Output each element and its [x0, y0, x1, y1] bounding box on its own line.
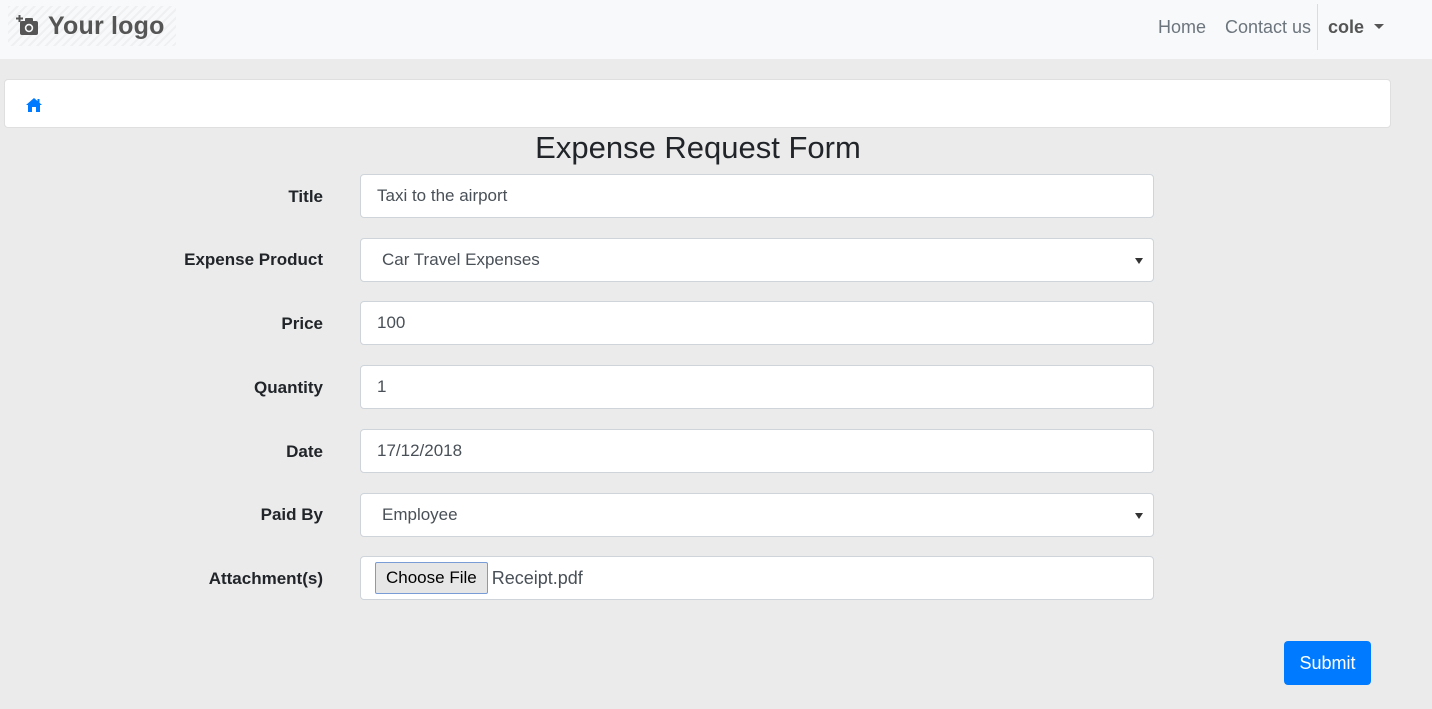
nav-home-link[interactable]: Home	[1158, 16, 1206, 38]
paid-by-select[interactable]: Employee	[360, 493, 1154, 537]
quantity-label: Quantity	[254, 378, 323, 397]
date-input[interactable]: 17/12/2018	[360, 429, 1154, 473]
nav-contact-link[interactable]: Contact us	[1225, 16, 1311, 38]
user-menu-dropdown[interactable]: cole	[1328, 16, 1385, 38]
attachment-file-name: Receipt.pdf	[491, 567, 583, 588]
expense-product-select[interactable]: Car Travel Expenses	[360, 238, 1154, 282]
quantity-input-value: 1	[377, 377, 387, 396]
attachments-file-input[interactable]: Choose File Receipt.pdf	[360, 556, 1154, 600]
title-label: Title	[288, 187, 323, 206]
brand-logo[interactable]: Your logo	[8, 6, 176, 46]
caret-down-icon	[1374, 23, 1385, 29]
submit-button[interactable]: Submit	[1284, 641, 1371, 685]
expense-product-label: Expense Product	[184, 250, 323, 269]
page-title: Expense Request Form	[535, 130, 861, 165]
camera-plus-icon	[16, 15, 38, 35]
breadcrumb	[4, 79, 1391, 128]
expense-product-value: Car Travel Expenses	[382, 250, 540, 269]
dropdown-arrow-icon	[1135, 258, 1143, 264]
navbar: Your logo Home Contact us cole	[0, 0, 1432, 59]
date-input-value: 17/12/2018	[377, 441, 463, 460]
paid-by-value: Employee	[382, 505, 458, 524]
title-input[interactable]: Taxi to the airport	[360, 174, 1154, 218]
title-input-value: Taxi to the airport	[377, 186, 508, 205]
quantity-input[interactable]: 1	[360, 365, 1154, 409]
paid-by-label: Paid By	[260, 505, 323, 524]
user-name: cole	[1328, 17, 1365, 37]
nav-divider	[1317, 4, 1318, 50]
home-icon[interactable]	[25, 97, 43, 113]
price-input[interactable]: 100	[360, 301, 1154, 345]
price-label: Price	[281, 314, 323, 333]
brand-text: Your logo	[48, 11, 165, 40]
price-input-value: 100	[377, 313, 406, 332]
attachments-label: Attachment(s)	[208, 569, 323, 588]
dropdown-arrow-icon	[1135, 513, 1143, 519]
choose-file-button[interactable]: Choose File	[375, 562, 488, 594]
date-label: Date	[286, 442, 323, 461]
